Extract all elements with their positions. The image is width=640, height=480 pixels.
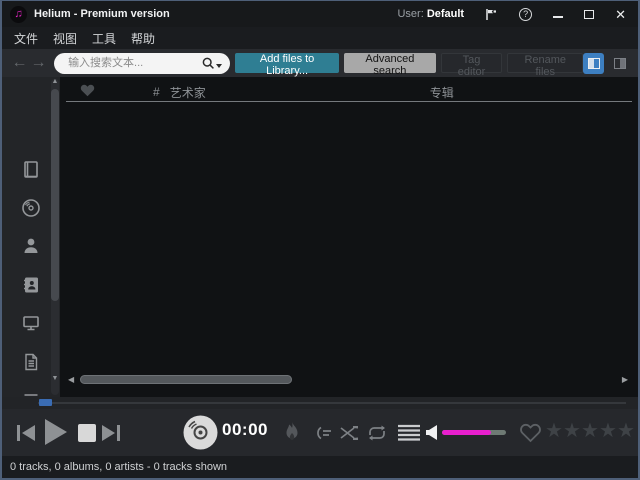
playlist-menu-icon[interactable] xyxy=(397,424,421,446)
elapsed-time: 00:00 xyxy=(222,420,268,439)
track-table-header: # 艺术家 专辑 xyxy=(66,83,632,102)
volume-speaker-icon[interactable] xyxy=(426,425,438,445)
contacts-book-icon[interactable] xyxy=(20,274,42,296)
menu-help[interactable]: 帮助 xyxy=(131,30,155,47)
playlist-icon[interactable] xyxy=(20,389,42,397)
seek-bar[interactable] xyxy=(2,397,638,409)
next-track-button[interactable] xyxy=(100,423,122,448)
sidebar: ▲ ▼ xyxy=(2,77,60,397)
user-label: User: xyxy=(397,8,424,20)
scroll-down-icon[interactable]: ▼ xyxy=(50,375,60,383)
titlebar-controls: User: Default ? ✕ xyxy=(397,7,626,21)
shuffle-icon[interactable] xyxy=(339,425,359,446)
rename-files-button: Rename files xyxy=(507,53,583,78)
volume-slider[interactable] xyxy=(442,430,506,435)
forward-arrow-icon[interactable]: → xyxy=(29,55,48,71)
window-title: Helium - Premium version xyxy=(34,8,170,20)
favorite-heart-icon[interactable] xyxy=(80,84,95,100)
horizontal-scrollbar[interactable]: ◀ ▶ xyxy=(66,374,630,386)
scroll-left-icon[interactable]: ◀ xyxy=(68,375,74,385)
devices-monitor-icon[interactable] xyxy=(20,312,42,334)
app-window: ♫ Helium - Premium version User: Default… xyxy=(0,0,640,480)
tag-editor-button: Tag editor xyxy=(440,53,503,78)
play-button[interactable] xyxy=(40,417,70,452)
column-header-album[interactable]: 专辑 xyxy=(430,84,454,101)
repeat-icon[interactable] xyxy=(365,424,389,447)
column-header-artist[interactable]: 艺术家 xyxy=(170,84,206,101)
horizontal-scroll-thumb[interactable] xyxy=(80,375,292,384)
menu-tools[interactable]: 工具 xyxy=(92,30,116,47)
rating-stars: ★ ★ ★ ★ ★ xyxy=(545,419,635,443)
search-options-caret xyxy=(216,63,223,68)
play-queue-icon[interactable] xyxy=(311,425,333,446)
maximize-button[interactable] xyxy=(584,9,595,19)
user-indicator: User: Default xyxy=(397,8,464,20)
album-disc-icon[interactable] xyxy=(20,197,42,219)
hot-tracks-flame-icon[interactable] xyxy=(283,421,301,449)
back-arrow-icon[interactable]: ← xyxy=(10,55,29,71)
search-box[interactable] xyxy=(54,52,231,74)
toolbar: ← → Add files to Library... Advanced sea… xyxy=(2,49,638,78)
artist-person-icon[interactable] xyxy=(20,235,42,257)
status-text: 0 tracks, 0 albums, 0 artists - 0 tracks… xyxy=(10,461,228,473)
minimize-button[interactable] xyxy=(553,10,564,18)
volume-fill xyxy=(442,430,491,435)
star-icon[interactable]: ★ xyxy=(581,419,599,443)
app-logo-icon: ♫ xyxy=(10,5,27,23)
menubar: 文件 视图 工具 帮助 xyxy=(2,27,638,49)
star-icon[interactable]: ★ xyxy=(545,419,563,443)
user-value: Default xyxy=(426,8,465,20)
layout-toggles xyxy=(583,52,630,74)
search-icon[interactable] xyxy=(202,57,223,70)
status-bar: 0 tracks, 0 albums, 0 artists - 0 tracks… xyxy=(2,456,638,478)
favorite-heart-button[interactable] xyxy=(519,423,542,448)
star-icon[interactable]: ★ xyxy=(563,419,581,443)
menu-file[interactable]: 文件 xyxy=(14,30,38,47)
scroll-up-icon[interactable]: ▲ xyxy=(50,78,60,86)
menu-view[interactable]: 视图 xyxy=(53,30,77,47)
library-book-icon[interactable] xyxy=(20,159,42,181)
help-button[interactable]: ? xyxy=(519,7,533,21)
layout-panel-view-button[interactable] xyxy=(609,53,630,74)
previous-track-button[interactable] xyxy=(15,423,37,448)
flag-icon[interactable] xyxy=(485,8,498,21)
add-files-button[interactable]: Add files to Library... xyxy=(235,53,340,77)
advanced-search-button[interactable]: Advanced search xyxy=(344,53,436,77)
column-header-number[interactable]: # xyxy=(153,85,160,99)
star-icon[interactable]: ★ xyxy=(599,419,617,443)
player-bar: 00:00 ★ ★ ★ ★ ★ xyxy=(2,409,638,456)
seek-thumb[interactable] xyxy=(39,399,52,406)
track-list-area: # 艺术家 专辑 ◀ ▶ xyxy=(60,77,638,397)
star-icon[interactable]: ★ xyxy=(617,419,635,443)
scroll-right-icon[interactable]: ▶ xyxy=(622,375,628,385)
titlebar: ♫ Helium - Premium version User: Default… xyxy=(2,1,638,27)
search-input[interactable] xyxy=(66,56,203,70)
layout-sidebar-view-button[interactable] xyxy=(583,52,604,74)
album-art-disc-icon[interactable] xyxy=(182,414,219,456)
seek-track[interactable] xyxy=(38,402,626,404)
sidebar-scroll-thumb[interactable] xyxy=(51,89,59,301)
main-body: ▲ ▼ # 艺术家 专辑 ◀ ▶ xyxy=(2,77,638,397)
close-button[interactable]: ✕ xyxy=(615,8,626,21)
stop-button[interactable] xyxy=(78,424,96,442)
document-icon[interactable] xyxy=(20,351,42,373)
